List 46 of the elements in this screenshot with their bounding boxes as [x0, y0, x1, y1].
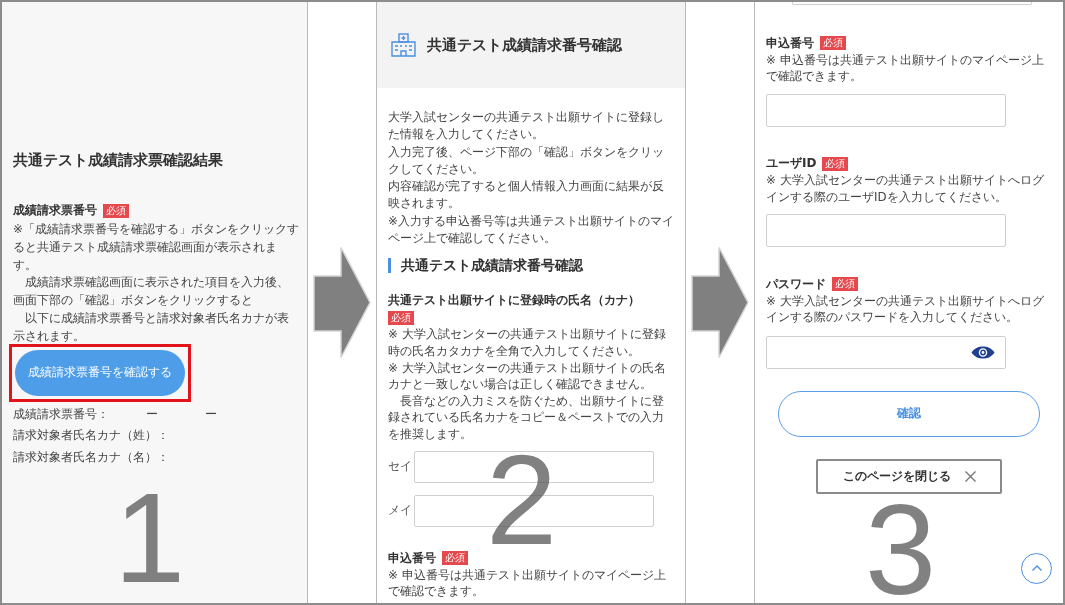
result-label: 成績請求票番号：	[13, 405, 110, 423]
help-text: ※ 申込番号は共通テスト出願サイトのマイページ上で確認できます。	[388, 566, 667, 600]
result-label: 請求対象者氏名カナ（名）：	[13, 448, 169, 466]
step-number: 3	[865, 504, 937, 597]
field-label: 成績請求票番号	[13, 202, 97, 219]
required-badge: 必須	[103, 203, 129, 218]
page-title: 共通テスト成績請求番号確認	[427, 35, 622, 55]
scroll-to-top-button[interactable]	[1021, 552, 1052, 584]
input-field[interactable]	[766, 214, 1006, 247]
right-arrow-icon	[691, 246, 749, 359]
help-text: ※ 大学入試センターの共通テスト出願サイトに登録時の氏名カタカナを全角で入力してください。 ※ 大学入試センターの共通テスト出願サイトの氏名カナと一致しない場合は正しく確認できません。 長音などの入力ミスを防ぐため、出願サイトに登録されている氏名カナをコピー＆ペーストでの入力を推奨します。	[388, 326, 667, 443]
field-label: 共通テスト出願サイトに登録時の氏名（カナ）	[388, 292, 640, 310]
step-number: 2	[486, 454, 558, 547]
field-label: ユーザID	[766, 155, 817, 172]
help-text: ※「成績請求票番号を確認する」ボタンをクリックすると共通テスト成績請求票確認画面が表示されます。 成績請求票確認画面に表示された項目を入力後、画面下部の「確認」ボタンをクリックすると 以下に成績請求票番号と請求対象者氏名カナが表示されます。	[13, 221, 299, 345]
help-text: ※ 申込番号は共通テスト出願サイトのマイページ上で確認できます。	[766, 51, 1045, 85]
page-title: 共通テスト成績請求票確認結果	[13, 151, 224, 169]
required-badge: 必須	[388, 311, 414, 326]
eye-icon[interactable]	[971, 345, 995, 359]
chevron-up-icon	[1031, 565, 1042, 571]
field-label: 申込番号	[766, 34, 814, 52]
input-label: セイ	[388, 458, 413, 476]
required-badge: 必須	[442, 551, 468, 566]
close-page-button[interactable]: このページを閉じる	[816, 458, 1002, 494]
result-label: 請求対象者氏名カナ（姓）：	[13, 427, 169, 445]
field-label: 申込番号	[388, 549, 436, 567]
building-icon	[391, 33, 416, 57]
input-field[interactable]	[792, 2, 1032, 5]
required-badge: 必須	[832, 277, 858, 291]
confirm-button[interactable]: 確認	[778, 390, 1040, 437]
input-label: メイ	[388, 502, 413, 520]
close-icon	[964, 470, 976, 482]
result-value: ー	[146, 405, 158, 423]
required-badge: 必須	[820, 36, 846, 50]
help-text: ※ 大学入試センターの共通テスト出願サイトへログインする際のユーザIDを入力してください。	[766, 172, 1045, 205]
section-heading: 共通テスト成績請求番号確認	[388, 258, 674, 274]
right-arrow-icon	[313, 246, 371, 359]
input-field[interactable]	[766, 93, 1006, 127]
result-value: ー	[205, 405, 217, 423]
help-text: ※ 大学入試センターの共通テスト出願サイトへログインする際のパスワードを入力してください。	[766, 292, 1045, 326]
check-number-button[interactable]: 成績請求票番号を確認する	[15, 349, 185, 396]
password-field[interactable]	[766, 335, 1006, 369]
required-badge: 必須	[822, 156, 849, 171]
field-label: パスワード	[766, 275, 826, 293]
step-number: 1	[114, 492, 186, 585]
intro-text: 大学入試センターの共通テスト出願サイトに登録した情報を入力してください。 入力完了後、ページ下部の「確認」ボタンをクリックしてください。 内容確認が完了すると個人情報入力画面に結果が反映されます。 ※入力する申込番号等は共通テスト出願サイトのマイページ上で確認してください。	[388, 109, 674, 248]
